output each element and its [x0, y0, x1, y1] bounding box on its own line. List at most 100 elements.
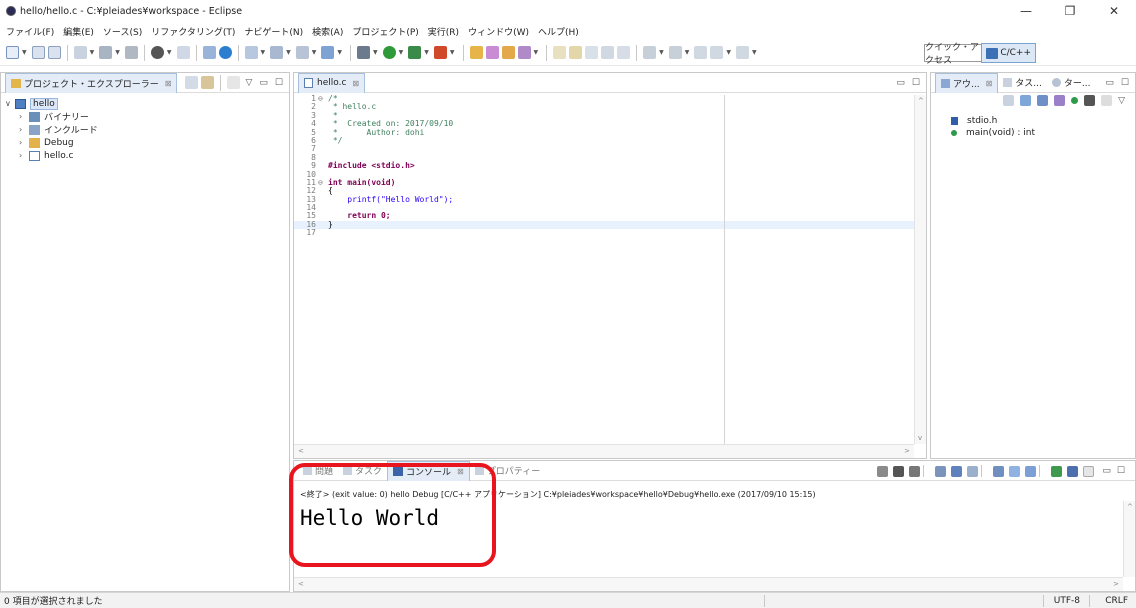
line-ending-indicator[interactable]: CRLF	[1105, 596, 1128, 606]
highlight-icon[interactable]	[553, 46, 567, 59]
minimize-icon[interactable]: ▭	[896, 78, 905, 88]
scroll-right-icon[interactable]: >	[904, 447, 910, 455]
show-whitespace-icon[interactable]	[601, 46, 615, 59]
outline-item-stdio[interactable]: stdio.h	[951, 115, 1035, 127]
menu-project[interactable]: プロジェクト(P)	[352, 25, 418, 38]
pen-icon[interactable]	[517, 46, 531, 59]
open-element-icon[interactable]	[485, 46, 499, 59]
tree-item-binaries[interactable]: › バイナリー	[5, 110, 98, 123]
new-class-icon[interactable]	[244, 46, 258, 59]
outline-item-main[interactable]: main(void) : int	[951, 127, 1035, 139]
new-console-icon[interactable]	[1083, 465, 1095, 477]
display-console-icon[interactable]	[1051, 465, 1063, 477]
encoding-indicator[interactable]: UTF-8	[1054, 596, 1080, 606]
expand-arrow-icon[interactable]: ›	[19, 151, 29, 160]
scroll-left-icon[interactable]: <	[298, 580, 304, 588]
pin-console-icon[interactable]	[1025, 465, 1037, 477]
maximize-icon[interactable]: ☐	[1117, 466, 1125, 476]
target-icon[interactable]	[150, 46, 164, 59]
close-icon[interactable]: ⊠	[986, 79, 993, 88]
tab-task-list[interactable]: タス...	[998, 73, 1047, 93]
close-icon[interactable]: ⊠	[165, 79, 172, 88]
build-icon[interactable]	[99, 46, 113, 59]
fold-icon[interactable]: ⊖	[318, 178, 323, 187]
hide-macros-icon[interactable]	[1084, 95, 1096, 106]
scroll-up-icon[interactable]: ^	[1127, 503, 1133, 511]
collapse-all-icon[interactable]	[1003, 95, 1015, 106]
minimize-icon[interactable]: ▭	[1102, 466, 1111, 476]
clear-console-icon[interactable]	[935, 465, 947, 477]
hide-static-icon[interactable]	[1054, 95, 1066, 106]
annotation-icon[interactable]	[585, 46, 599, 59]
minimize-icon[interactable]: ▭	[259, 78, 268, 88]
scroll-up-icon[interactable]: ^	[918, 97, 924, 105]
expand-arrow-icon[interactable]: ∨	[5, 99, 15, 108]
profile-icon[interactable]	[218, 46, 232, 59]
tab-project-explorer[interactable]: プロジェクト・エクスプローラー ⊠	[5, 72, 178, 93]
last-edit-icon[interactable]	[694, 46, 708, 59]
tab-console[interactable]: コンソール ⊠	[387, 460, 470, 481]
expand-arrow-icon[interactable]: ›	[19, 125, 29, 134]
tree-item-hello[interactable]: ∨ hello	[5, 97, 98, 110]
menu-run[interactable]: 実行(R)	[428, 25, 459, 38]
open-console-icon[interactable]	[1067, 465, 1079, 477]
close-button[interactable]: ✕	[1092, 0, 1136, 22]
maximize-icon[interactable]: ☐	[1121, 78, 1129, 88]
back-icon[interactable]	[710, 46, 724, 59]
restore-button[interactable]: ❐	[1048, 0, 1092, 22]
save-icon[interactable]	[31, 46, 45, 59]
external-tools-icon[interactable]	[433, 46, 447, 59]
tab-properties[interactable]: プロパティー	[470, 461, 545, 481]
scroll-lock-icon[interactable]	[951, 465, 963, 477]
show-stderr-icon[interactable]	[1009, 465, 1021, 477]
maximize-icon[interactable]: ☐	[912, 78, 920, 88]
link-icon[interactable]	[1101, 95, 1113, 106]
close-icon[interactable]: ⊠	[352, 79, 359, 88]
scroll-right-icon[interactable]: >	[1113, 580, 1119, 588]
forward-icon[interactable]	[736, 46, 749, 59]
new-file-icon[interactable]	[295, 46, 309, 59]
view-menu-chevron-icon[interactable]: ▽	[245, 78, 252, 88]
run-config-icon[interactable]	[408, 46, 422, 59]
show-stdout-icon[interactable]	[993, 465, 1005, 477]
tab-outline[interactable]: アウ... ⊠	[935, 72, 999, 93]
tree-item-includes[interactable]: › インクルード	[5, 123, 98, 136]
console-vertical-scrollbar[interactable]: ^	[1123, 501, 1135, 577]
terminate-icon[interactable]	[877, 465, 889, 477]
search-folder-icon[interactable]	[501, 46, 515, 59]
debug-icon[interactable]	[357, 46, 370, 59]
code-area[interactable]: 1 ⊖/* 2 * hello.c 3 * 4 * Created on: 201…	[294, 94, 914, 444]
tab-problems[interactable]: 問題	[298, 461, 338, 481]
menu-navigate[interactable]: ナビゲート(N)	[244, 25, 303, 38]
console-horizontal-scrollbar[interactable]: < >	[294, 577, 1123, 591]
menu-search[interactable]: 検索(A)	[312, 25, 343, 38]
new-icon[interactable]	[6, 46, 19, 59]
block-selection-icon[interactable]	[617, 46, 631, 59]
view-menu-chevron-icon[interactable]: ▽	[1118, 96, 1125, 106]
menu-source[interactable]: ソース(S)	[103, 25, 142, 38]
close-icon[interactable]: ⊠	[457, 467, 464, 476]
tab-tasks[interactable]: タスク	[338, 461, 387, 481]
sort-icon[interactable]	[1020, 95, 1032, 106]
minimize-button[interactable]: —	[1004, 0, 1048, 22]
new-folder-icon[interactable]	[270, 46, 284, 59]
scroll-down-icon[interactable]: v	[918, 434, 922, 442]
menu-edit[interactable]: 編集(E)	[63, 25, 94, 38]
word-wrap-icon[interactable]	[967, 465, 979, 477]
menu-refactor[interactable]: リファクタリング(T)	[151, 25, 235, 38]
scroll-left-icon[interactable]: <	[298, 447, 304, 455]
tree-item-hello-c[interactable]: › hello.c	[5, 149, 98, 162]
tree-item-debug[interactable]: › Debug	[5, 136, 98, 149]
quick-access-field[interactable]: クイック・アクセス	[924, 43, 986, 66]
editor-vertical-scrollbar[interactable]: ^ v	[914, 95, 926, 444]
sync-icon[interactable]	[73, 46, 87, 59]
open-type-icon[interactable]	[321, 46, 335, 59]
remove-all-icon[interactable]	[909, 465, 921, 477]
open-folder-icon[interactable]	[469, 46, 483, 59]
minimize-icon[interactable]: ▭	[1105, 78, 1114, 88]
perspective-cpp-button[interactable]: C/C++	[981, 43, 1036, 63]
skip-breakpoints-icon[interactable]	[202, 46, 216, 59]
link-with-editor-icon[interactable]	[201, 76, 215, 89]
tab-hello-c[interactable]: hello.c ⊠	[298, 72, 366, 93]
maximize-icon[interactable]: ☐	[275, 78, 283, 88]
